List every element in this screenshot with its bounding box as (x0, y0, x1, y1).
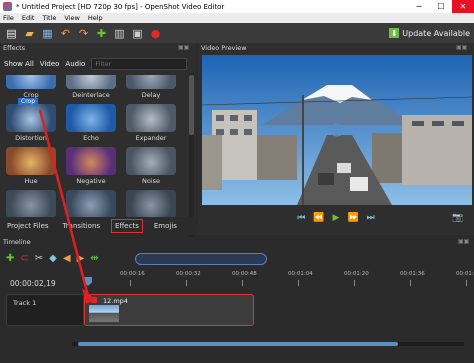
annotation-arrow (38, 109, 96, 304)
